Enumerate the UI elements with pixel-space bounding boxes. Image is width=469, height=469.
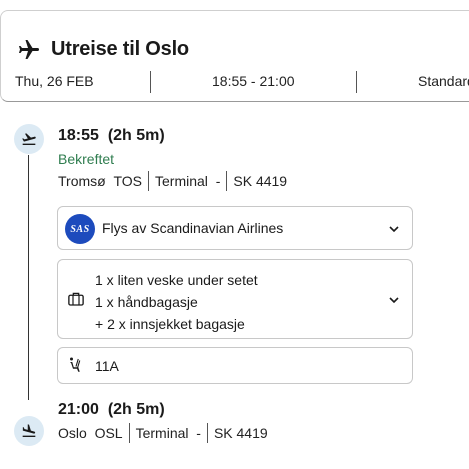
sas-logo-icon: SAS — [65, 214, 95, 244]
airplane-icon — [19, 40, 39, 59]
airline-label: Flys av Scandinavian Airlines — [102, 220, 284, 236]
landing-icon — [14, 416, 44, 446]
airline-dropdown[interactable]: SAS Flys av Scandinavian Airlines — [57, 206, 413, 250]
departure-time: 18:55 (2h 5m) — [58, 127, 165, 145]
fare-class: Standard — [418, 73, 469, 89]
departure-route: Tromsø TOS Terminal - SK 4419 — [58, 171, 287, 191]
flight-number: SK 4419 — [213, 425, 268, 441]
arrival-terminal: Terminal - — [135, 425, 201, 441]
flight-time-range: 18:55 - 21:00 — [212, 73, 295, 89]
baggage-item: 1 x håndbagasje — [95, 294, 198, 310]
flight-header-card: Utreise til Oslo Thu, 26 FEB 18:55 - 21:… — [0, 10, 469, 102]
baggage-list: 1 x liten veske under setet 1 x håndbaga… — [95, 269, 258, 335]
flight-date: Thu, 26 FEB — [15, 73, 94, 89]
page-title: Utreise til Oslo — [51, 38, 189, 60]
seat-icon — [70, 357, 81, 372]
baggage-item: 1 x liten veske under setet — [95, 272, 258, 288]
takeoff-icon — [14, 124, 44, 154]
baggage-item: + 2 x innsjekket bagasje — [95, 316, 245, 332]
departure-time-value: 18:55 — [58, 127, 99, 144]
timeline-line — [28, 155, 29, 400]
departure-city: Tromsø — [58, 173, 106, 189]
arrival-time-value: 21:00 — [58, 401, 99, 418]
arrival-code: OSL — [94, 425, 123, 441]
divider — [150, 71, 151, 93]
baggage-dropdown[interactable]: 1 x liten veske under setet 1 x håndbaga… — [57, 259, 413, 339]
status-badge: Bekreftet — [58, 151, 115, 167]
departure-code: TOS — [113, 173, 143, 189]
seat-number: 11A — [95, 358, 119, 374]
divider — [356, 71, 357, 93]
arrival-route: Oslo OSL Terminal - SK 4419 — [58, 423, 268, 443]
flight-number: SK 4419 — [233, 173, 288, 189]
chevron-down-icon — [389, 226, 399, 233]
arrival-duration: (2h 5m) — [107, 401, 165, 418]
departure-duration: (2h 5m) — [107, 127, 165, 144]
departure-terminal: Terminal - — [155, 173, 221, 189]
arrival-time: 21:00 (2h 5m) — [58, 401, 165, 419]
arrival-city: Oslo — [58, 425, 87, 441]
suitcase-icon — [68, 292, 84, 306]
seat-box: 11A — [57, 347, 413, 384]
chevron-down-icon — [389, 297, 399, 304]
